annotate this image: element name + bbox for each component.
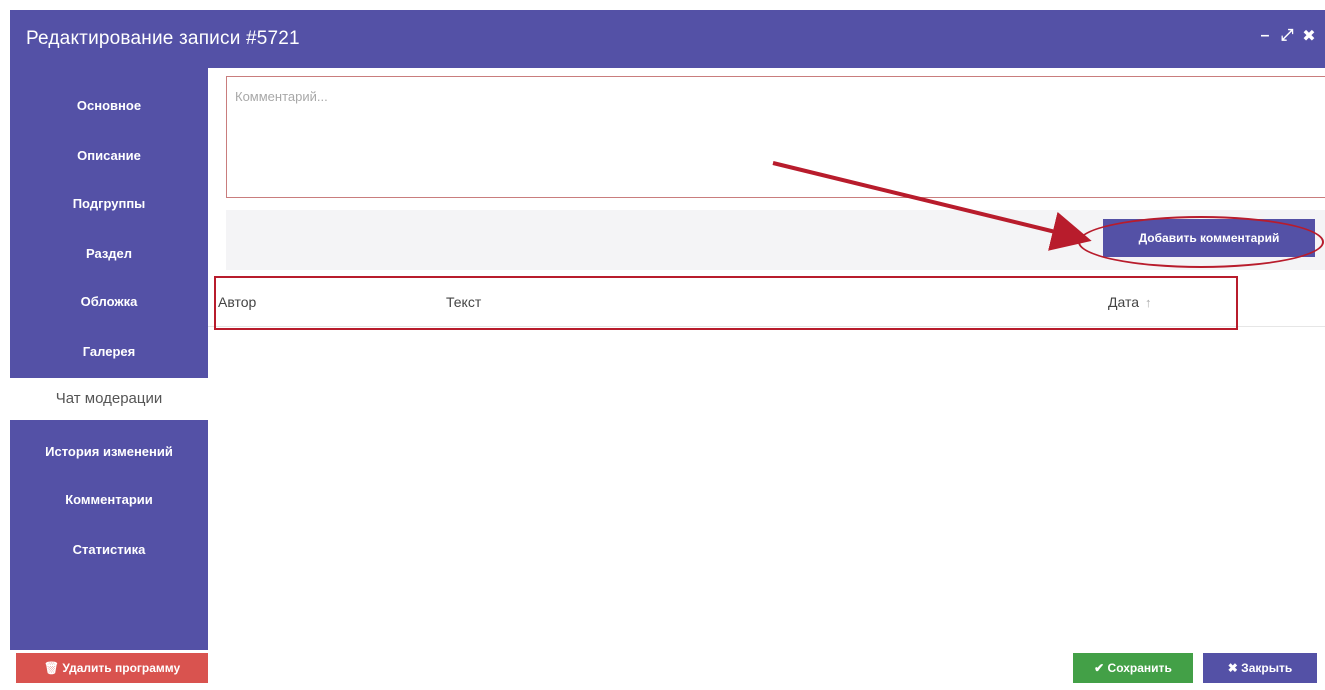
sidebar-item-subgroups[interactable]: Подгруппы (10, 186, 208, 222)
add-comment-button[interactable]: Добавить комментарий (1103, 219, 1315, 257)
save-button[interactable]: ✔ Сохранить (1073, 653, 1193, 683)
close-button[interactable]: ✖ Закрыть (1203, 653, 1317, 683)
comment-input[interactable] (226, 76, 1325, 198)
column-header-text[interactable]: Текст (446, 294, 481, 310)
delete-program-button[interactable]: 🗑 Удалить программу (16, 653, 208, 683)
window-footer: 🗑 Удалить программу ✔ Сохранить ✖ Закрыт… (10, 650, 1325, 690)
sidebar-item-change-history[interactable]: История изменений (10, 434, 208, 470)
window-title: Редактирование записи #5721 (26, 28, 300, 49)
sort-ascending-icon: ↑ (1145, 295, 1152, 310)
column-header-author[interactable]: Автор (218, 294, 256, 310)
minimize-icon[interactable]: – (1257, 26, 1273, 46)
column-header-date[interactable]: Дата ↑ (1108, 294, 1152, 310)
sidebar-item-comments[interactable]: Комментарии (10, 482, 208, 518)
sidebar: Основное Описание Подгруппы Раздел Облож… (10, 68, 208, 650)
sidebar-item-statistics[interactable]: Статистика (10, 532, 208, 568)
main-content: Добавить комментарий Автор Текст Дата ↑ (208, 68, 1325, 650)
comments-table-header: Автор Текст Дата ↑ (208, 280, 1325, 327)
sidebar-item-cover[interactable]: Обложка (10, 284, 208, 320)
sidebar-item-section[interactable]: Раздел (10, 236, 208, 272)
sidebar-item-gallery[interactable]: Галерея (10, 334, 208, 370)
sidebar-item-main[interactable]: Основное (10, 88, 208, 124)
close-icon[interactable]: ✖ (1301, 26, 1317, 46)
window-controls: – ⤢ ✖ (1257, 26, 1317, 46)
column-header-date-label: Дата (1108, 294, 1140, 310)
sidebar-item-moderation-chat[interactable]: Чат модерации (10, 378, 208, 420)
edit-record-window: Редактирование записи #5721 – ⤢ ✖ Основн… (10, 10, 1325, 690)
sidebar-item-description[interactable]: Описание (10, 138, 208, 174)
maximize-icon[interactable]: ⤢ (1279, 26, 1295, 46)
window-titlebar: Редактирование записи #5721 – ⤢ ✖ (10, 10, 1325, 68)
